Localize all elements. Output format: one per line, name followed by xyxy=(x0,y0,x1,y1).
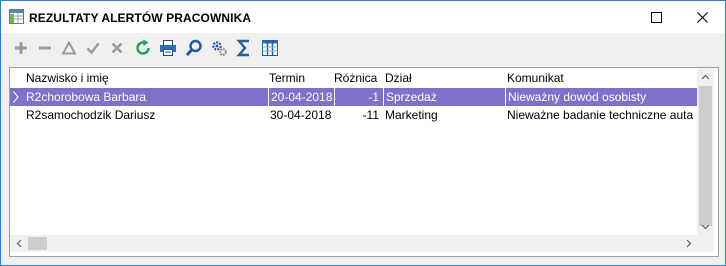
column-header-message[interactable]: Komunikat xyxy=(507,68,564,88)
window-title: REZULTATY ALERTÓW PRACOWNIKA xyxy=(29,11,252,25)
cell-name: R2samochodzik Dariusz xyxy=(26,108,156,122)
scroll-up-icon[interactable] xyxy=(697,68,714,85)
maximize-button[interactable] xyxy=(633,1,679,33)
column-header-name[interactable]: Nazwisko i imię xyxy=(26,68,109,88)
toolbar xyxy=(1,33,725,63)
vertical-scroll-thumb[interactable] xyxy=(699,86,712,226)
scroll-right-icon[interactable] xyxy=(680,235,697,252)
cell-dept: Marketing xyxy=(385,108,438,122)
maximize-icon xyxy=(650,11,662,23)
refresh-icon[interactable] xyxy=(133,38,153,58)
columns-icon[interactable] xyxy=(260,38,280,58)
row-indicator-icon xyxy=(13,91,19,106)
table-row[interactable]: R2chorobowa Barbara 20-04-2018 -1 Sprzed… xyxy=(10,88,697,106)
close-icon xyxy=(696,11,708,23)
table-row[interactable]: R2samochodzik Dariusz 30-04-2018 -11 Mar… xyxy=(10,106,697,124)
close-button[interactable] xyxy=(679,1,725,33)
alerts-window: REZULTATY ALERTÓW PRACOWNIKA Nazwisko i … xyxy=(0,0,726,266)
remove-icon[interactable] xyxy=(35,38,55,58)
horizontal-scrollbar[interactable] xyxy=(10,235,697,252)
cell-diff: -1 xyxy=(334,88,383,106)
column-header-diff[interactable]: Różnica xyxy=(334,68,377,88)
print-icon[interactable] xyxy=(158,38,178,58)
column-header-date[interactable]: Termin xyxy=(269,68,305,88)
scroll-down-icon[interactable] xyxy=(697,218,714,235)
horizontal-scroll-thumb[interactable] xyxy=(28,237,47,250)
cell-dept: Sprzedaż xyxy=(383,88,507,106)
cell-date: 20-04-2018 xyxy=(268,88,335,106)
cell-message: Nieważne badanie techniczne auta xyxy=(507,108,694,122)
cancel-x-icon[interactable] xyxy=(107,38,127,58)
app-table-icon xyxy=(9,9,24,24)
cell-date: 30-04-2018 xyxy=(270,108,332,122)
cell-name: R2chorobowa Barbara xyxy=(26,90,147,104)
confirm-check-icon[interactable] xyxy=(83,38,103,58)
vertical-scrollbar[interactable] xyxy=(697,68,714,235)
scrollbar-corner xyxy=(697,235,714,252)
scroll-left-icon[interactable] xyxy=(10,235,27,252)
column-header-dept[interactable]: Dział xyxy=(385,68,412,88)
cell-diff: -11 xyxy=(362,108,379,122)
alerts-grid[interactable]: Nazwisko i imię Termin Różnica Dział Kom… xyxy=(9,67,719,257)
cell-message: Nieważny dowód osobisty xyxy=(505,88,698,106)
add-icon[interactable] xyxy=(11,38,31,58)
edit-triangle-icon[interactable] xyxy=(59,38,79,58)
settings-icon[interactable] xyxy=(209,38,229,58)
title-bar[interactable]: REZULTATY ALERTÓW PRACOWNIKA xyxy=(1,1,725,33)
search-icon[interactable] xyxy=(184,38,204,58)
sum-icon[interactable] xyxy=(234,38,254,58)
